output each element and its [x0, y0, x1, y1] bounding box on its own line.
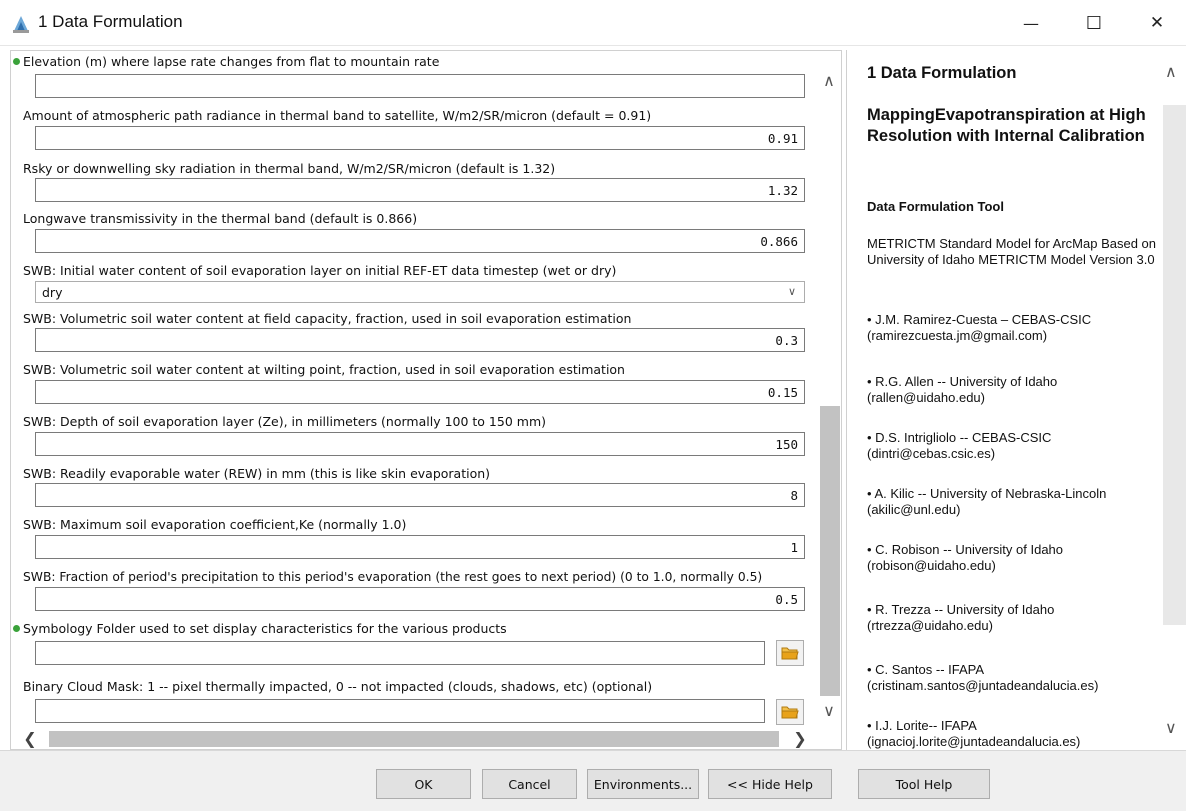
help-subtitle: MappingEvapotranspiration at High Resolu… [867, 106, 1146, 145]
scroll-up-icon[interactable]: ∧ [819, 71, 839, 91]
field-label: Rsky or downwelling sky radiation in the… [23, 161, 556, 176]
rsky-input[interactable]: 1.32 [35, 178, 805, 202]
help-description: METRICTM Standard Model for ArcMap Based… [867, 236, 1157, 267]
minimize-icon: — [1023, 13, 1039, 33]
tool-help-button[interactable]: Tool Help [858, 769, 990, 799]
required-indicator [13, 58, 20, 65]
author-name: • I.J. Lorite-- IFAPA [867, 718, 977, 733]
rew-input[interactable]: 8 [35, 483, 805, 507]
scroll-down-icon[interactable]: ∨ [819, 701, 839, 721]
window-title: 1 Data Formulation [38, 12, 183, 31]
help-author: • R.G. Allen -- University of Idaho (ral… [867, 374, 1167, 406]
author-name: • C. Robison -- University of Idaho [867, 542, 1064, 557]
help-author: • R. Trezza -- University of Idaho (rtre… [867, 602, 1167, 634]
field-label: SWB: Readily evaporable water (REW) in m… [23, 466, 491, 481]
help-author: • A. Kilic -- University of Nebraska-Lin… [867, 486, 1167, 518]
folder-icon [781, 647, 799, 660]
title-bar: 1 Data Formulation — ☐ ✕ [0, 0, 1186, 46]
author-email: (rtrezza@uidaho.edu) [867, 618, 993, 633]
form-vertical-scrollbar[interactable]: ∧ ∨ [816, 61, 840, 739]
author-email: (robison@uidaho.edu) [867, 558, 996, 573]
maximize-button[interactable]: ☐ [1071, 0, 1117, 46]
precipitation-fraction-input[interactable]: 0.5 [35, 587, 805, 611]
required-indicator [13, 625, 20, 632]
author-name: • R.G. Allen -- University of Idaho [867, 374, 1058, 389]
parameters-panel: Elevation (m) where lapse rate changes f… [10, 50, 842, 750]
help-author: • C. Robison -- University of Idaho (rob… [867, 542, 1167, 574]
scroll-up-icon[interactable]: ∧ [1165, 62, 1177, 81]
help-author: • D.S. Intrigliolo -- CEBAS-CSIC (dintri… [867, 430, 1167, 462]
help-vertical-scrollbar[interactable]: ∧ ∨ [1163, 50, 1186, 750]
field-label: SWB: Depth of soil evaporation layer (Ze… [23, 414, 546, 429]
browse-folder-button[interactable] [776, 640, 804, 666]
field-label: SWB: Volumetric soil water content at wi… [23, 362, 625, 377]
longwave-transmissivity-input[interactable]: 0.866 [35, 229, 805, 253]
elevation-lapse-rate-input[interactable] [35, 74, 805, 98]
tool-icon [13, 16, 29, 33]
chevron-down-icon: ∨ [787, 285, 796, 298]
select-value: dry [42, 285, 63, 300]
close-icon: ✕ [1149, 13, 1165, 33]
field-label: Binary Cloud Mask: 1 -- pixel thermally … [23, 679, 653, 694]
scroll-right-icon[interactable]: ❯ [791, 729, 809, 749]
environments-button[interactable]: Environments... [587, 769, 699, 799]
browse-cloud-mask-button[interactable] [776, 699, 804, 725]
cancel-button[interactable]: Cancel [482, 769, 577, 799]
field-label: SWB: Maximum soil evaporation coefficien… [23, 517, 407, 532]
cloud-mask-input[interactable] [35, 699, 765, 723]
scrollbar-thumb[interactable] [820, 406, 840, 696]
help-title: 1 Data Formulation [867, 64, 1017, 82]
author-name: • J.M. Ramirez-Cuesta – CEBAS-CSIC [867, 312, 1092, 327]
scroll-down-icon[interactable]: ∨ [1165, 718, 1177, 737]
maximize-icon: ☐ [1085, 12, 1103, 34]
author-email: (rallen@uidaho.edu) [867, 390, 985, 405]
field-label: Symbology Folder used to set display cha… [23, 621, 507, 636]
scroll-left-icon[interactable]: ❮ [21, 729, 39, 749]
ok-button[interactable]: OK [376, 769, 471, 799]
scrollbar-thumb[interactable] [49, 731, 779, 747]
wilting-point-input[interactable]: 0.15 [35, 380, 805, 404]
field-label: Elevation (m) where lapse rate changes f… [23, 54, 440, 69]
folder-icon [781, 706, 799, 719]
author-email: (akilic@unl.edu) [867, 502, 961, 517]
evaporation-depth-input[interactable]: 150 [35, 432, 805, 456]
help-tool-heading: Data Formulation Tool [867, 199, 1004, 214]
help-author: • C. Santos -- IFAPA (cristinam.santos@j… [867, 662, 1167, 694]
field-label: Amount of atmospheric path radiance in t… [23, 108, 652, 123]
field-label: Longwave transmissivity in the thermal b… [23, 211, 418, 226]
max-evaporation-coefficient-input[interactable]: 1 [35, 535, 805, 559]
author-name: • C. Santos -- IFAPA [867, 662, 985, 677]
help-author: • J.M. Ramirez-Cuesta – CEBAS-CSIC (rami… [867, 312, 1167, 344]
help-author: • I.J. Lorite-- IFAPA (ignacioj.lorite@j… [867, 718, 1167, 750]
author-email: (ramirezcuesta.jm@gmail.com) [867, 328, 1048, 343]
author-name: • A. Kilic -- University of Nebraska-Lin… [867, 486, 1107, 501]
author-email: (ignacioj.lorite@juntadeandalucia.es) [867, 734, 1081, 749]
author-email: (cristinam.santos@juntadeandalucia.es) [867, 678, 1099, 693]
minimize-button[interactable]: — [1008, 0, 1054, 46]
help-panel: 1 Data Formulation MappingEvapotranspira… [846, 50, 1186, 750]
path-radiance-input[interactable]: 0.91 [35, 126, 805, 150]
close-button[interactable]: ✕ [1134, 0, 1180, 46]
scrollbar-thumb[interactable] [1163, 105, 1186, 625]
symbology-folder-input[interactable] [35, 641, 765, 665]
field-label: SWB: Fraction of period's precipitation … [23, 569, 763, 584]
initial-water-content-select[interactable]: dry ∨ [35, 281, 805, 303]
hide-help-button[interactable]: << Hide Help [708, 769, 832, 799]
author-email: (dintri@cebas.csic.es) [867, 446, 996, 461]
field-label: SWB: Initial water content of soil evapo… [23, 263, 617, 278]
author-name: • D.S. Intrigliolo -- CEBAS-CSIC [867, 430, 1052, 445]
form-horizontal-scrollbar[interactable]: ❮ ❯ [21, 729, 811, 749]
field-capacity-input[interactable]: 0.3 [35, 328, 805, 352]
button-bar: OK Cancel Environments... << Hide Help T… [0, 750, 1186, 811]
field-label: SWB: Volumetric soil water content at fi… [23, 311, 632, 326]
author-name: • R. Trezza -- University of Idaho [867, 602, 1055, 617]
